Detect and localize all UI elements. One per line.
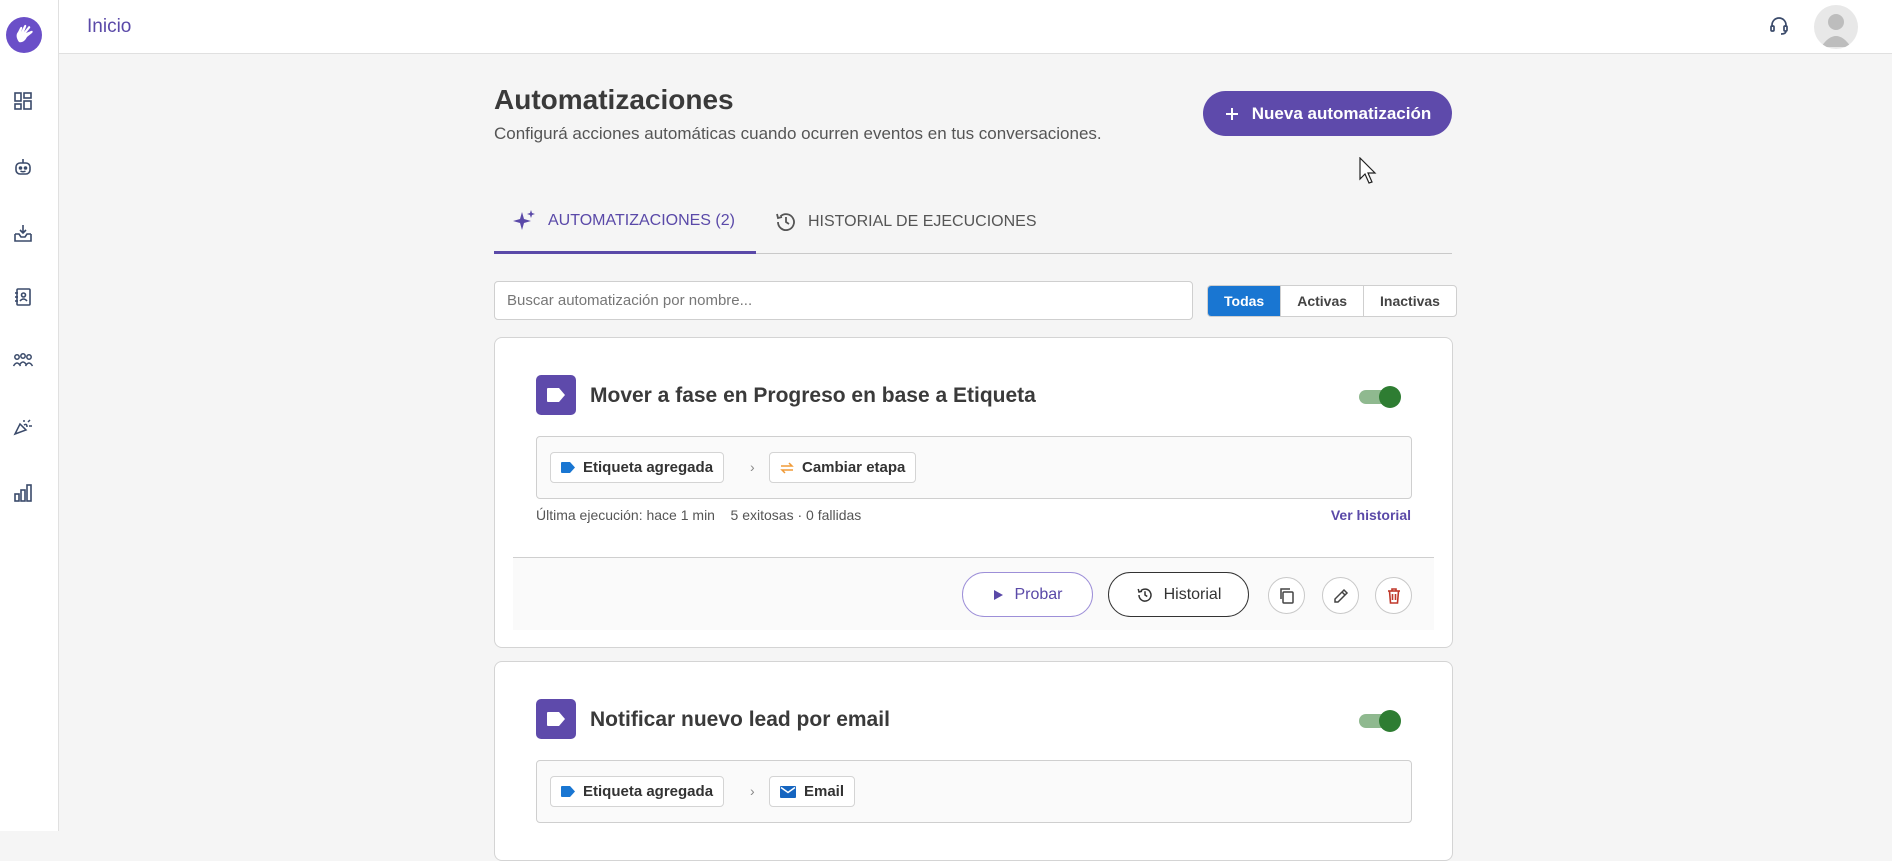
plus-icon [1225,107,1238,120]
tab-automations[interactable]: AUTOMATIZACIONES (2) [494,190,756,254]
action-label: Email [804,783,845,800]
last-run-text: Última ejecución: hace 1 min [536,507,715,523]
automation-flow: Etiqueta agregada › Email [536,760,1412,823]
action-chip: Email [769,776,856,807]
user-avatar-icon[interactable] [1814,5,1858,49]
play-icon [994,589,1004,600]
status-filter-group: Todas Activas Inactivas [1207,285,1457,317]
campaigns-icon[interactable] [12,416,34,438]
chevron-right-icon: › [750,459,755,475]
trigger-label: Etiqueta agregada [583,459,714,476]
run-meta: Última ejecución: hace 1 min 5 exitosas … [536,507,861,523]
tag-icon [536,699,576,739]
pencil-icon [1333,588,1348,603]
automation-enabled-toggle[interactable] [1359,386,1401,408]
tab-execution-history-label: HISTORIAL DE EJECUCIONES [808,213,1037,230]
breadcrumb-home[interactable]: Inicio [87,16,131,38]
action-label: Cambiar etapa [802,459,906,476]
tag-icon [561,462,575,473]
filter-inactive[interactable]: Inactivas [1364,286,1456,316]
tag-icon [561,786,575,797]
history-button[interactable]: Historial [1108,572,1249,617]
sidebar [0,0,59,831]
bot-icon[interactable] [12,156,34,178]
action-chip: Cambiar etapa [769,452,917,483]
filter-active[interactable]: Activas [1281,286,1365,316]
trigger-chip: Etiqueta agregada [550,452,725,483]
tab-execution-history[interactable]: HISTORIAL DE EJECUCIONES [774,190,1037,254]
automation-card: Mover a fase en Progreso en base a Etiqu… [494,337,1453,648]
tab-bar: AUTOMATIZACIONES (2) HISTORIAL DE EJECUC… [494,190,1452,254]
test-button[interactable]: Probar [962,572,1093,617]
trash-icon [1387,587,1400,604]
sparkle-icon [513,209,535,230]
filter-all[interactable]: Todas [1208,286,1282,316]
history-icon [776,213,795,231]
swap-arrows-icon [780,461,794,474]
dashboard-icon[interactable] [12,90,34,112]
brand-logo-icon[interactable] [6,17,42,53]
automation-title: Mover a fase en Progreso en base a Etiqu… [590,384,1036,407]
trigger-label: Etiqueta agregada [583,783,714,800]
delete-button[interactable] [1375,577,1412,614]
contacts-book-icon[interactable] [12,286,34,308]
automation-flow: Etiqueta agregada › Cambiar etapa [536,436,1412,499]
headset-icon[interactable] [1768,15,1790,37]
top-bar: Inicio [59,0,1892,54]
copy-icon [1279,587,1294,604]
tag-icon [536,375,576,415]
page-title: Automatizaciones [494,84,734,115]
new-automation-button[interactable]: Nueva automatización [1203,91,1452,136]
view-history-link[interactable]: Ver historial [1331,507,1411,523]
page-subtitle: Configurá acciones automáticas cuando oc… [494,124,1102,143]
tab-automations-label: AUTOMATIZACIONES (2) [548,211,735,229]
team-icon[interactable] [12,350,34,372]
run-stats-text: 5 exitosas · 0 fallidas [730,507,862,523]
inbox-icon[interactable] [12,222,34,244]
edit-button[interactable] [1322,577,1359,614]
automation-card: Notificar nuevo lead por email Etiqueta … [494,661,1453,861]
trigger-chip: Etiqueta agregada [550,776,725,807]
history-button-label: Historial [1163,585,1222,603]
search-input[interactable] [494,281,1193,320]
automation-enabled-toggle[interactable] [1359,710,1401,732]
chevron-right-icon: › [750,783,755,799]
analytics-icon[interactable] [12,482,34,504]
new-automation-label: Nueva automatización [1251,103,1432,123]
automation-title: Notificar nuevo lead por email [590,708,890,731]
test-button-label: Probar [1014,585,1063,603]
mail-icon [780,785,796,798]
mouse-cursor-icon [1359,156,1379,185]
duplicate-button[interactable] [1268,577,1305,614]
card-actions: Probar Historial [513,557,1434,630]
history-icon [1137,587,1152,602]
